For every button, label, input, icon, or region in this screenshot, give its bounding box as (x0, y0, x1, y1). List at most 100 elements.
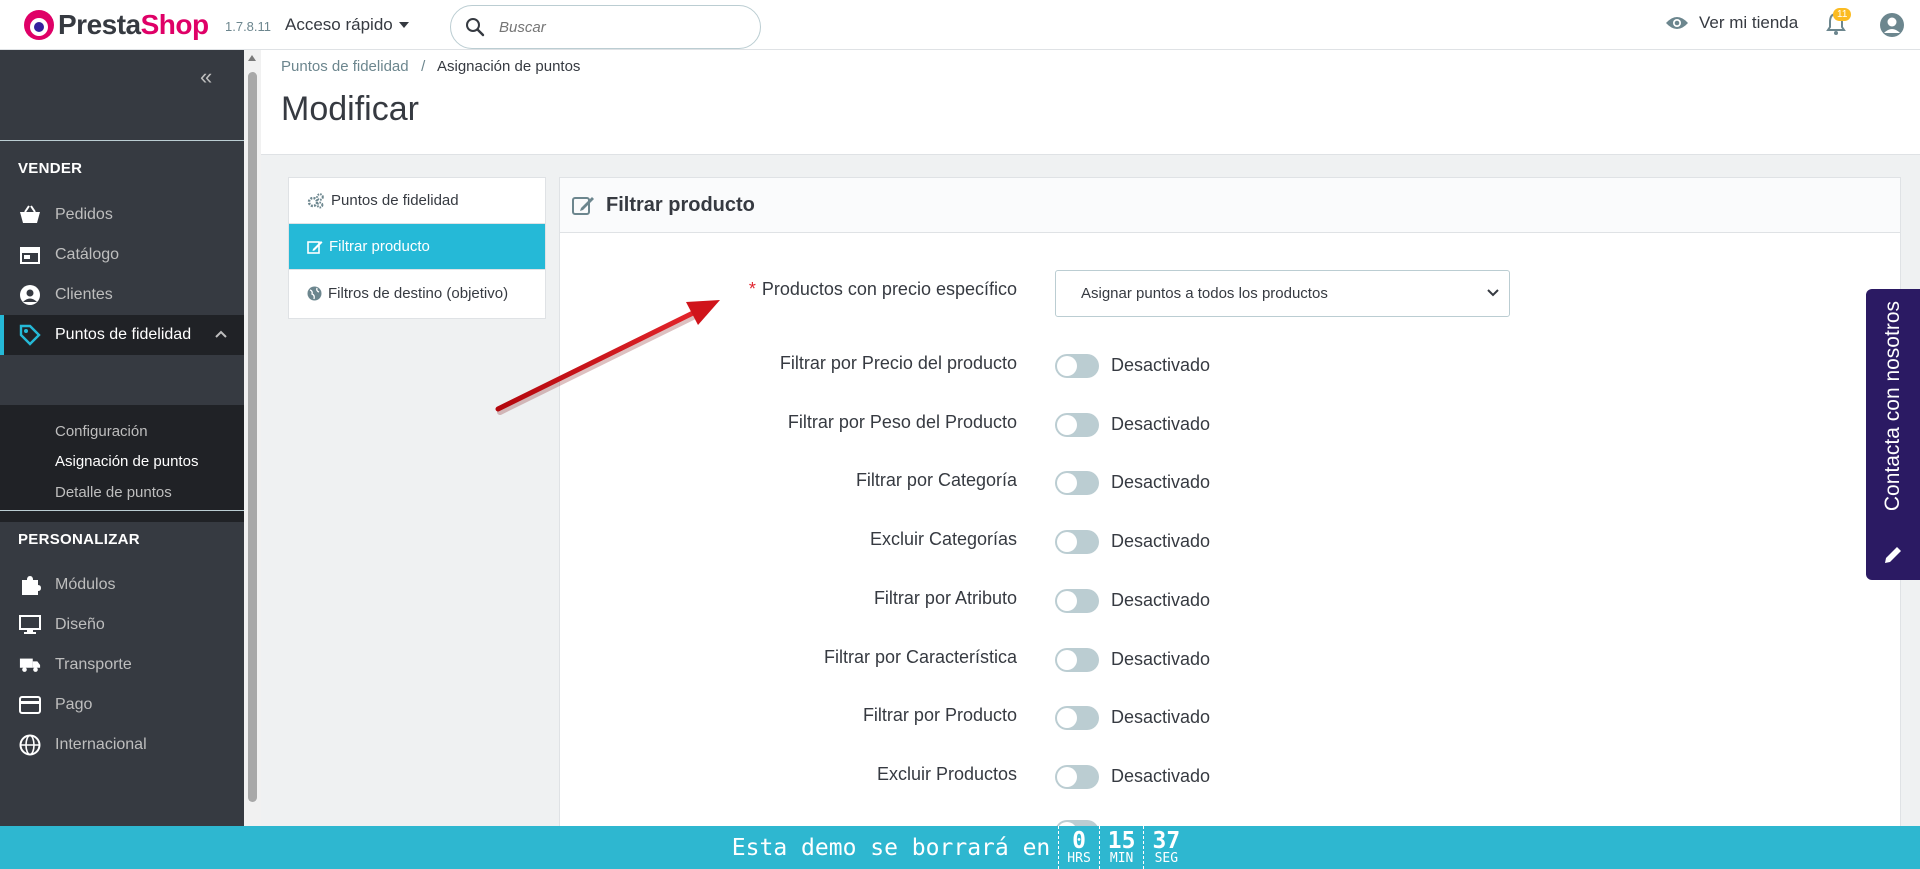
submenu-asignacion-puntos[interactable]: Asignación de puntos (55, 453, 198, 470)
truck-icon (19, 658, 41, 672)
filter-toggle[interactable] (1055, 648, 1099, 672)
section-sell-title: VENDER (18, 160, 83, 177)
top-header: PrestaShop 1.7.8.11 Acceso rápido Ver mi… (0, 0, 1920, 50)
sidebar-divider (0, 140, 244, 141)
filter-toggle[interactable] (1055, 530, 1099, 554)
filter-label: Excluir Categorías (869, 529, 1017, 549)
card-icon (19, 696, 41, 714)
specific-price-value: Asignar puntos a todos los productos (1081, 285, 1328, 302)
sidebar-item-label: Clientes (55, 286, 113, 303)
sidebar-item-international[interactable]: Internacional (0, 725, 244, 765)
filter-toggle-state: Desactivado (1111, 707, 1211, 727)
view-store-link[interactable]: Ver mi tienda (1665, 13, 1798, 33)
contact-us-tab[interactable]: Contacta con nosotros (1866, 289, 1920, 580)
sidebar-scrollbar[interactable] (244, 50, 261, 826)
countdown-minutes-value: 15 (1107, 827, 1136, 854)
demo-countdown-bar: Esta demo se borrará en 0 HRS 15 MIN 37 SEG (0, 826, 1920, 869)
tab-filtrar-producto[interactable]: Filtrar producto (289, 224, 545, 270)
edit-icon (572, 197, 594, 215)
quick-access-label: Acceso rápido (285, 15, 393, 34)
collapse-menu-icon[interactable]: « (200, 64, 212, 90)
filter-toggle-state: Desactivado (1111, 531, 1211, 551)
annotation-arrow (495, 300, 720, 415)
loyalty-submenu: Configuración Asignación de puntos Detal… (0, 405, 244, 522)
account-button[interactable] (1879, 12, 1905, 43)
basket-icon (20, 205, 40, 223)
quick-access-dropdown[interactable]: Acceso rápido (285, 15, 409, 35)
filter-toggle-state: Desactivado (1111, 590, 1211, 610)
notification-badge: 11 (1833, 8, 1852, 21)
filter-toggle[interactable] (1055, 471, 1099, 495)
countdown-minutes: 15 MIN (1098, 826, 1144, 869)
user-circle-icon (20, 285, 40, 305)
filter-toggle[interactable] (1055, 765, 1099, 789)
caret-down-icon (398, 22, 409, 28)
eye-icon (1666, 17, 1688, 29)
sidebar-divider (0, 510, 244, 511)
specific-price-label: * Productos con precio específico (749, 279, 1017, 300)
countdown-hours-value: 0 (1072, 827, 1086, 854)
sidebar-item-customers[interactable]: Clientes (0, 275, 244, 315)
sidebar-item-payment[interactable]: Pago (0, 685, 244, 725)
page-header: Puntos de fidelidad / Asignación de punt… (261, 50, 1920, 155)
panel-header: Filtrar producto (560, 178, 1900, 233)
filter-toggle-state: Desactivado (1111, 414, 1211, 434)
submenu-detalle-puntos[interactable]: Detalle de puntos (55, 484, 172, 501)
sidebar-item-label: Catálogo (55, 246, 120, 263)
monitor-icon (19, 615, 41, 634)
sidebar-item-label: Internacional (55, 736, 147, 753)
contact-us-label: Contacta con nosotros (1881, 301, 1904, 512)
search-icon (466, 18, 485, 37)
panel-title: Filtrar producto (606, 193, 755, 216)
countdown-seconds-unit: SEG (1154, 850, 1179, 866)
scroll-up-icon[interactable] (248, 55, 256, 61)
view-store-label: Ver mi tienda (1699, 13, 1799, 32)
filter-toggle[interactable] (1055, 354, 1099, 378)
filter-toggle[interactable] (1055, 589, 1099, 613)
sidebar-item-design[interactable]: Diseño (0, 605, 244, 645)
sidebar-item-modules[interactable]: Módulos (0, 565, 244, 605)
page-title: Modificar (281, 90, 419, 128)
countdown-minutes-unit: MIN (1109, 850, 1134, 866)
store-icon (20, 247, 40, 264)
filter-toggle[interactable] (1055, 706, 1099, 730)
section-customize-title: PERSONALIZAR (18, 531, 140, 548)
filter-label: Filtrar por Característica (823, 647, 1017, 667)
scroll-thumb[interactable] (248, 72, 257, 802)
filter-toggle-state: Desactivado (1111, 472, 1211, 492)
pencil-icon (1885, 547, 1901, 563)
prestashop-logo[interactable]: PrestaShop (24, 10, 209, 40)
countdown-hours-unit: HRS (1067, 850, 1091, 866)
tab-puntos-fidelidad[interactable]: Puntos de fidelidad (289, 178, 545, 224)
filter-toggle[interactable] (1055, 413, 1099, 437)
sidebar-item-orders[interactable]: Pedidos (0, 195, 244, 235)
filter-toggle-state: Desactivado (1111, 649, 1211, 669)
filter-label: Filtrar por Categoría (855, 470, 1017, 490)
user-circle-icon (1880, 13, 1904, 37)
sidebar-item-label: Transporte (55, 656, 132, 673)
sidebar-item-catalog[interactable]: Catálogo (0, 235, 244, 275)
sidebar-item-label: Pago (55, 696, 93, 713)
tag-icon (19, 324, 41, 346)
search-input[interactable] (499, 18, 729, 36)
filter-label: Filtrar por Producto (862, 705, 1017, 725)
filter-label: Filtrar por Peso del Producto (787, 412, 1017, 432)
sidebar-item-loyalty[interactable]: Puntos de fidelidad (0, 315, 244, 355)
prestashop-logo-icon (24, 10, 54, 40)
countdown-seconds-value: 37 (1152, 827, 1181, 854)
globe-icon (307, 286, 322, 300)
sidebar-item-shipping[interactable]: Transporte (0, 645, 244, 685)
puzzle-icon (22, 576, 41, 595)
search-box (450, 5, 761, 49)
breadcrumb-separator: / (421, 58, 426, 75)
countdown-seconds: 37 SEG (1143, 826, 1188, 869)
specific-price-select[interactable]: Asignar puntos a todos los productos (1055, 270, 1510, 317)
cogs-icon (307, 192, 324, 208)
edit-icon (307, 240, 323, 254)
submenu-configuracion[interactable]: Configuración (55, 423, 148, 440)
breadcrumb-parent[interactable]: Puntos de fidelidad (281, 58, 409, 75)
chevron-up-icon (215, 330, 227, 338)
filter-label: Excluir Productos (876, 764, 1017, 784)
globe-icon (19, 734, 41, 756)
filter-label: Filtrar por Atributo (873, 588, 1017, 608)
